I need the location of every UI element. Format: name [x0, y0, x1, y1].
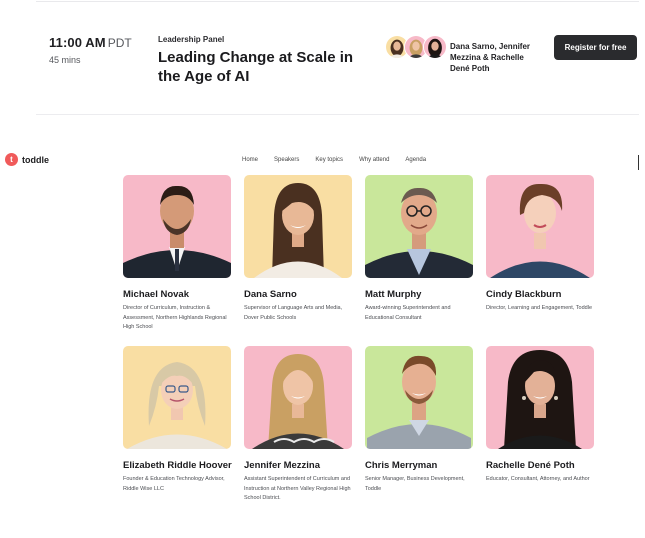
speaker-name: Matt Murphy — [365, 289, 422, 300]
speaker-name: Rachelle Dené Poth — [486, 460, 575, 471]
speaker-role: Senior Manager, Business Development, To… — [365, 476, 465, 492]
speaker-name: Elizabeth Riddle Hoover — [123, 460, 232, 471]
speaker-photo — [123, 175, 231, 278]
nav-why-attend[interactable]: Why attend — [359, 157, 389, 163]
speaker-photo — [123, 346, 231, 449]
speaker-photo — [365, 175, 473, 278]
duration-label: 45 mins — [49, 55, 81, 65]
avatar — [423, 35, 447, 59]
speaker-avatar-stack — [385, 35, 447, 59]
bottom-fade — [0, 507, 645, 538]
speaker-role: Supervisor of Language Arts and Media, D… — [244, 305, 343, 321]
speaker-photo — [365, 346, 473, 449]
speaker-role: Educator, Consultant, Attorney, and Auth… — [486, 476, 590, 482]
speaker-names: Dana Sarno, Jennifer Mezzina & Rachelle … — [450, 42, 531, 73]
session-card: 11:00 AM PDT 45 mins Leadership Panel Lea… — [0, 0, 645, 118]
nav-home[interactable]: Home — [242, 157, 258, 163]
session-time: 11:00 AM PDT 45 mins — [49, 34, 132, 65]
speaker-name: Jennifer Mezzina — [244, 460, 321, 471]
divider — [36, 1, 639, 2]
speaker-role: Award-winning Superintendent and Educati… — [365, 305, 451, 321]
nav-agenda[interactable]: Agenda — [405, 157, 426, 163]
speaker-role: Founder & Education Technology Advisor, … — [123, 476, 225, 492]
speaker-card: Cindy Blackburn Director, Learning and E… — [486, 175, 596, 314]
time-value: 11:00 AM — [49, 35, 106, 50]
speaker-card: Dana Sarno Supervisor of Language Arts a… — [244, 175, 354, 323]
speaker-card: Rachelle Dené Poth Educator, Consultant,… — [486, 346, 596, 485]
speaker-card: Chris Merryman Senior Manager, Business … — [365, 346, 475, 494]
session-type-label: Leadership Panel — [158, 35, 225, 44]
divider — [36, 114, 639, 115]
register-button[interactable]: Register for free — [554, 35, 637, 60]
logo-mark-icon: t — [5, 153, 18, 166]
speaker-role: Director, Learning and Engagement, Toddl… — [486, 305, 592, 311]
speaker-card: Jennifer Mezzina Assistant Superintenden… — [244, 346, 354, 504]
speaker-name: Michael Novak — [123, 289, 189, 300]
nav-divider — [638, 155, 639, 170]
speaker-name: Cindy Blackburn — [486, 289, 562, 300]
site-preview: t toddle Home Speakers Key topics Why at… — [0, 145, 645, 538]
speaker-role: Assistant Superintendent of Curriculum a… — [244, 476, 351, 501]
speaker-card: Elizabeth Riddle Hoover Founder & Educat… — [123, 346, 233, 494]
speaker-role: Director of Curriculum, Instruction & As… — [123, 305, 227, 330]
session-title: Leading Change at Scale in the Age of AI — [158, 49, 354, 85]
speaker-card: Michael Novak Director of Curriculum, In… — [123, 175, 233, 333]
speaker-card: Matt Murphy Award-winning Superintendent… — [365, 175, 475, 323]
speaker-name: Chris Merryman — [365, 460, 438, 471]
speaker-photo — [244, 346, 352, 449]
site-navbar: t toddle Home Speakers Key topics Why at… — [0, 145, 645, 175]
speaker-photo — [486, 346, 594, 449]
toddle-logo[interactable]: t toddle — [5, 153, 49, 166]
speaker-photo — [486, 175, 594, 278]
logo-wordmark: toddle — [22, 154, 49, 165]
nav-links: Home Speakers Key topics Why attend Agen… — [242, 157, 442, 163]
speaker-photo — [244, 175, 352, 278]
nav-key-topics[interactable]: Key topics — [315, 157, 343, 163]
timezone-label: PDT — [107, 36, 132, 50]
speaker-name: Dana Sarno — [244, 289, 297, 300]
nav-speakers[interactable]: Speakers — [274, 157, 299, 163]
